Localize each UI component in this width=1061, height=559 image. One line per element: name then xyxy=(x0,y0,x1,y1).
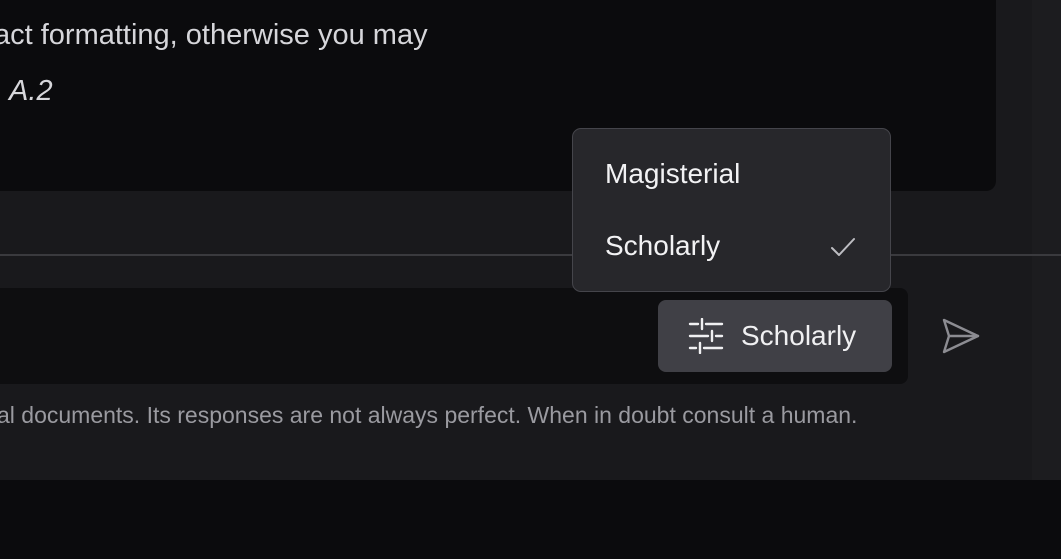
style-selector-button[interactable]: Scholarly xyxy=(658,300,892,372)
send-icon xyxy=(938,318,982,362)
app-root: act formatting, otherwise you may . A.2 … xyxy=(0,0,1061,559)
style-dropdown-menu: Magisterial Scholarly xyxy=(572,128,891,292)
style-option-scholarly[interactable]: Scholarly xyxy=(573,216,890,276)
scroll-gutter xyxy=(1032,0,1061,480)
composer-divider xyxy=(0,254,1061,256)
style-option-label: Magisterial xyxy=(605,158,741,189)
message-text-line: . A.2 xyxy=(0,75,53,107)
message-text-line: act formatting, otherwise you may xyxy=(0,19,428,51)
style-selector-label: Scholarly xyxy=(741,320,857,351)
disclaimer-text: al documents. Its responses are not alwa… xyxy=(0,402,858,428)
send-button[interactable] xyxy=(938,314,982,358)
check-icon xyxy=(829,233,857,261)
sliders-icon xyxy=(688,317,724,355)
style-option-magisterial[interactable]: Magisterial xyxy=(573,144,890,204)
style-option-label: Scholarly xyxy=(605,230,721,261)
